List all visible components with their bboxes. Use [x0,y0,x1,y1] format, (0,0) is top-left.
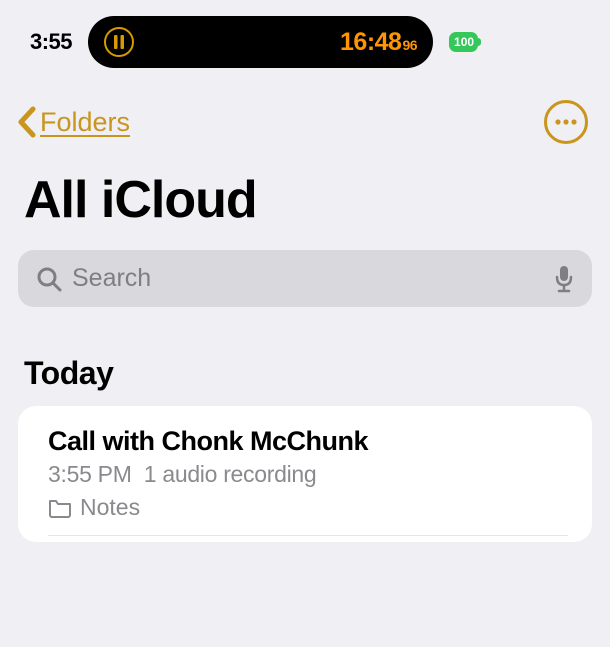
more-button[interactable] [544,100,588,144]
note-meta: 3:55 PM 1 audio recording [48,461,568,488]
note-folder-label: Notes [80,494,140,521]
back-button[interactable]: Folders [16,105,130,139]
island-timer-main: 16:48 [340,28,401,57]
folder-icon [48,498,72,518]
back-label: Folders [40,107,130,138]
search-icon [36,266,62,292]
pause-icon[interactable] [104,27,134,57]
section-header: Today [0,307,610,406]
nav-bar: Folders [0,76,610,152]
page-title: All iCloud [0,152,610,242]
dynamic-island[interactable]: 16:48 96 [88,16,433,68]
note-title: Call with Chonk McChunk [48,426,568,457]
island-timer: 16:48 96 [340,28,417,57]
note-detail: 1 audio recording [144,461,317,487]
note-item[interactable]: Call with Chonk McChunk 3:55 PM 1 audio … [18,406,592,542]
mic-icon[interactable] [554,265,574,293]
battery-pct: 100 [454,35,474,49]
search-bar[interactable] [18,250,592,307]
status-time: 3:55 [30,29,72,55]
chevron-left-icon [16,105,38,139]
search-input[interactable] [72,264,544,293]
battery-indicator: 100 [449,32,478,52]
note-time: 3:55 PM [48,461,132,487]
status-bar: 3:55 16:48 96 100 [0,0,610,76]
note-folder-row: Notes [48,494,568,536]
island-timer-frac: 96 [402,37,417,53]
ellipsis-icon [555,119,577,125]
